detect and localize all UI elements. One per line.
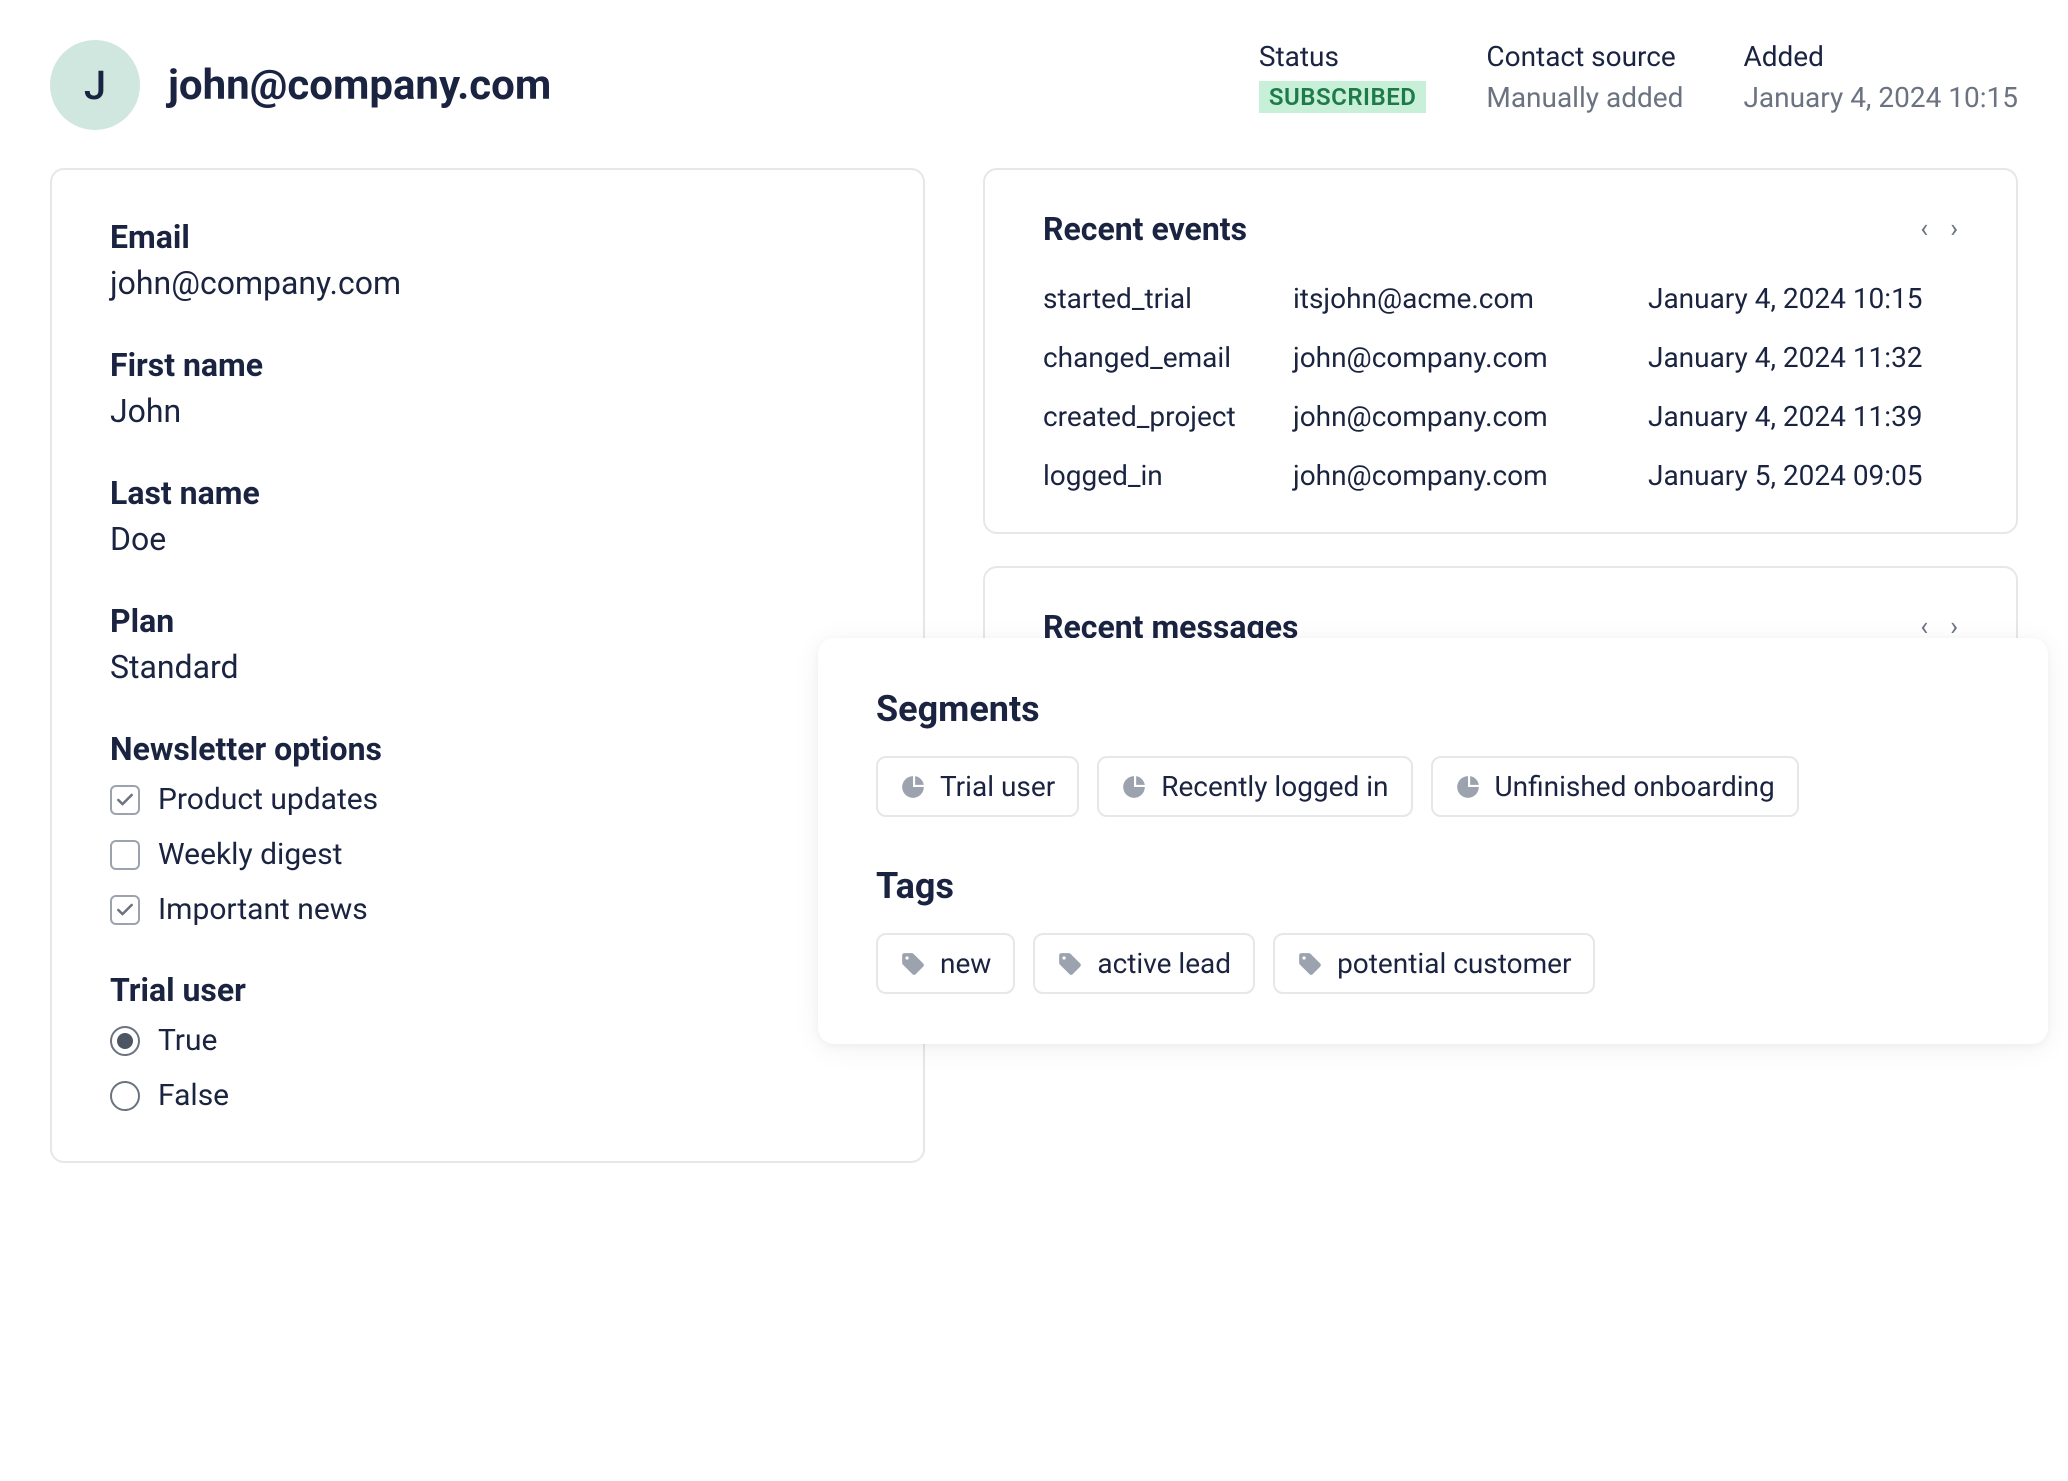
event-row[interactable]: created_projectjohn@company.comJanuary 4… xyxy=(1043,400,1958,433)
status-label: Status xyxy=(1259,40,1427,73)
event-email: john@company.com xyxy=(1293,459,1648,492)
right-panel: Recent events ‹ › started_trialitsjohn@a… xyxy=(983,168,2018,755)
event-date: January 4, 2024 11:32 xyxy=(1648,341,1958,374)
event-name: started_trial xyxy=(1043,282,1293,315)
event-name: logged_in xyxy=(1043,459,1293,492)
segments-title: Segments xyxy=(876,688,1990,730)
event-row[interactable]: changed_emailjohn@company.comJanuary 4, … xyxy=(1043,341,1958,374)
tag-chip[interactable]: potential customer xyxy=(1273,933,1595,994)
added-value: January 4, 2024 10:15 xyxy=(1743,81,2018,114)
newsletter-option[interactable]: Product updates xyxy=(110,782,865,817)
segments-tags-panel: Segments Trial user Recently logged in Unf… xyxy=(818,638,2048,1044)
plan-field: Plan Standard xyxy=(110,602,865,686)
trial-user-option[interactable]: False xyxy=(110,1078,865,1113)
segment-chip[interactable]: Recently logged in xyxy=(1097,756,1412,817)
chevron-right-icon[interactable]: › xyxy=(1950,614,1958,640)
trial-user-option[interactable]: True xyxy=(110,1023,865,1058)
last-name-field: Last name Doe xyxy=(110,474,865,558)
newsletter-label: Newsletter options xyxy=(110,730,865,768)
segment-chip-label: Trial user xyxy=(940,770,1055,803)
contact-source-value: Manually added xyxy=(1486,81,1683,114)
checkbox-icon[interactable] xyxy=(110,840,140,870)
event-date: January 4, 2024 11:39 xyxy=(1648,400,1958,433)
checkbox-icon[interactable] xyxy=(110,785,140,815)
event-email: john@company.com xyxy=(1293,341,1648,374)
contact-source-label: Contact source xyxy=(1486,40,1683,73)
event-row[interactable]: logged_injohn@company.comJanuary 5, 2024… xyxy=(1043,459,1958,492)
last-name-label: Last name xyxy=(110,474,865,512)
segment-chip-label: Unfinished onboarding xyxy=(1495,770,1775,803)
avatar-initial: J xyxy=(84,62,106,109)
newsletter-field: Newsletter options Product updates Weekly… xyxy=(110,730,865,927)
newsletter-list: Product updates Weekly digest Important ne… xyxy=(110,782,865,927)
event-row[interactable]: started_trialitsjohn@acme.comJanuary 4, … xyxy=(1043,282,1958,315)
chevron-right-icon[interactable]: › xyxy=(1950,216,1958,242)
tags-title: Tags xyxy=(876,865,1990,907)
trial-user-label: Trial user xyxy=(110,971,865,1009)
trial-user-option-label: False xyxy=(158,1078,229,1113)
checkbox-icon[interactable] xyxy=(110,895,140,925)
avatar: J xyxy=(50,40,140,130)
messages-nav: ‹ › xyxy=(1920,614,1958,640)
tag-chip[interactable]: active lead xyxy=(1033,933,1255,994)
tag-chip-label: new xyxy=(940,947,991,980)
chevron-left-icon[interactable]: ‹ xyxy=(1920,216,1928,242)
recent-events-title: Recent events xyxy=(1043,210,1247,248)
added-label: Added xyxy=(1743,40,2018,73)
plan-value: Standard xyxy=(110,648,865,686)
page-title: john@company.com xyxy=(168,61,551,110)
profile-panel: Email john@company.com First name John L… xyxy=(50,168,925,1163)
last-name-value: Doe xyxy=(110,520,865,558)
recent-events-card: Recent events ‹ › started_trialitsjohn@a… xyxy=(983,168,2018,534)
newsletter-option-label: Product updates xyxy=(158,782,378,817)
event-date: January 4, 2024 10:15 xyxy=(1648,282,1958,315)
newsletter-option[interactable]: Weekly digest xyxy=(110,837,865,872)
contact-source-block: Contact source Manually added xyxy=(1486,40,1683,114)
event-email: john@company.com xyxy=(1293,400,1648,433)
newsletter-option-label: Weekly digest xyxy=(158,837,342,872)
events-table: started_trialitsjohn@acme.comJanuary 4, … xyxy=(1043,282,1958,492)
header-meta: Status SUBSCRIBED Contact source Manuall… xyxy=(1259,40,2018,114)
email-field: Email john@company.com xyxy=(110,218,865,302)
event-name: created_project xyxy=(1043,400,1293,433)
status-badge: SUBSCRIBED xyxy=(1259,81,1427,113)
newsletter-option-label: Important news xyxy=(158,892,368,927)
segment-chip[interactable]: Trial user xyxy=(876,756,1079,817)
event-email: itsjohn@acme.com xyxy=(1293,282,1648,315)
segment-chip-label: Recently logged in xyxy=(1161,770,1388,803)
first-name-field: First name John xyxy=(110,346,865,430)
added-block: Added January 4, 2024 10:15 xyxy=(1743,40,2018,114)
event-date: January 5, 2024 09:05 xyxy=(1648,459,1958,492)
segment-chip[interactable]: Unfinished onboarding xyxy=(1431,756,1799,817)
contact-header: J john@company.com Status SUBSCRIBED Con… xyxy=(50,40,2018,130)
email-value: john@company.com xyxy=(110,264,865,302)
events-nav: ‹ › xyxy=(1920,216,1958,242)
trial-user-list: True False xyxy=(110,1023,865,1113)
tag-chip-label: potential customer xyxy=(1337,947,1571,980)
segments-row: Trial user Recently logged in Unfinished o… xyxy=(876,756,1990,817)
radio-icon[interactable] xyxy=(110,1081,140,1111)
trial-user-field: Trial user True False xyxy=(110,971,865,1113)
newsletter-option[interactable]: Important news xyxy=(110,892,865,927)
trial-user-option-label: True xyxy=(158,1023,217,1058)
recent-events-header: Recent events ‹ › xyxy=(1043,210,1958,248)
tag-chip-label: active lead xyxy=(1097,947,1231,980)
status-block: Status SUBSCRIBED xyxy=(1259,40,1427,113)
email-label: Email xyxy=(110,218,865,256)
event-name: changed_email xyxy=(1043,341,1293,374)
plan-label: Plan xyxy=(110,602,865,640)
content: Email john@company.com First name John L… xyxy=(50,168,2018,1163)
first-name-label: First name xyxy=(110,346,865,384)
tag-chip[interactable]: new xyxy=(876,933,1015,994)
tags-row: new active lead potential customer xyxy=(876,933,1990,994)
chevron-left-icon[interactable]: ‹ xyxy=(1920,614,1928,640)
radio-icon[interactable] xyxy=(110,1026,140,1056)
first-name-value: John xyxy=(110,392,865,430)
